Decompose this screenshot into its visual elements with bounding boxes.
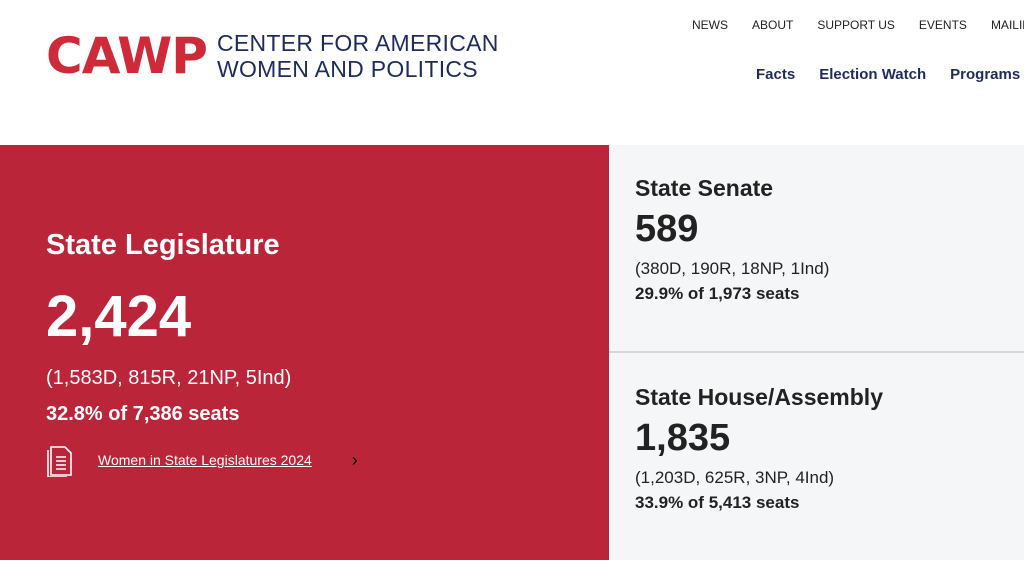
legislature-title: State Legislature (46, 229, 280, 261)
chamber-panels: State Senate 589 (380D, 190R, 18NP, 1Ind… (609, 145, 1024, 560)
chevron-right-icon[interactable]: › (352, 450, 358, 471)
house-share: 33.9% of 5,413 seats (635, 493, 800, 512)
state-senate-card: State Senate 589 (380D, 190R, 18NP, 1Ind… (635, 175, 829, 304)
main-nav: Facts Election Watch Programs (756, 66, 1020, 83)
logo-line1: CENTER FOR AMERICAN (216, 30, 499, 56)
house-count: 1,835 (635, 417, 731, 459)
nav-support-us[interactable]: SUPPORT US (817, 18, 895, 32)
women-in-state-legislatures-link[interactable]: Women in State Legislatures 2024 (98, 452, 312, 468)
legislature-share: 32.8% of 7,386 seats (46, 403, 240, 425)
senate-count: 589 (635, 208, 699, 250)
nav-election-watch[interactable]: Election Watch (819, 66, 926, 83)
nav-about[interactable]: ABOUT (752, 18, 793, 32)
legislature-breakdown: (1,583D, 815R, 21NP, 5Ind) (46, 367, 292, 389)
nav-events[interactable]: EVENTS (919, 18, 967, 32)
top-nav: NEWS ABOUT SUPPORT US EVENTS MAILING LI (692, 18, 1024, 32)
state-house-card: State House/Assembly 1,835 (1,203D, 625R… (635, 384, 883, 513)
nav-programs[interactable]: Programs (950, 66, 1020, 83)
logo-line2: WOMEN AND POLITICS (216, 56, 478, 82)
report-link-row[interactable]: Women in State Legislatures 2024 › (46, 443, 358, 477)
house-breakdown: (1,203D, 625R, 3NP, 4Ind) (635, 468, 835, 487)
cawp-logo[interactable]: CAWP CENTER FOR AMERICAN WOMEN AND POLIT… (46, 30, 499, 82)
nav-facts[interactable]: Facts (756, 66, 795, 83)
state-legislature-panel: State Legislature 2,424 (1,583D, 815R, 2… (0, 145, 609, 560)
logo-mark: CAWP (46, 27, 208, 85)
nav-news[interactable]: NEWS (692, 18, 728, 32)
senate-title: State Senate (635, 175, 774, 201)
senate-breakdown: (380D, 190R, 18NP, 1Ind) (635, 259, 830, 278)
senate-share: 29.9% of 1,973 seats (635, 284, 800, 303)
legislature-count: 2,424 (46, 284, 192, 349)
logo-text: CENTER FOR AMERICAN WOMEN AND POLITICS (217, 30, 499, 82)
nav-mailing-list[interactable]: MAILING LI (991, 18, 1024, 32)
document-icon (47, 446, 72, 477)
divider (609, 351, 1024, 353)
house-title: State House/Assembly (635, 384, 883, 410)
